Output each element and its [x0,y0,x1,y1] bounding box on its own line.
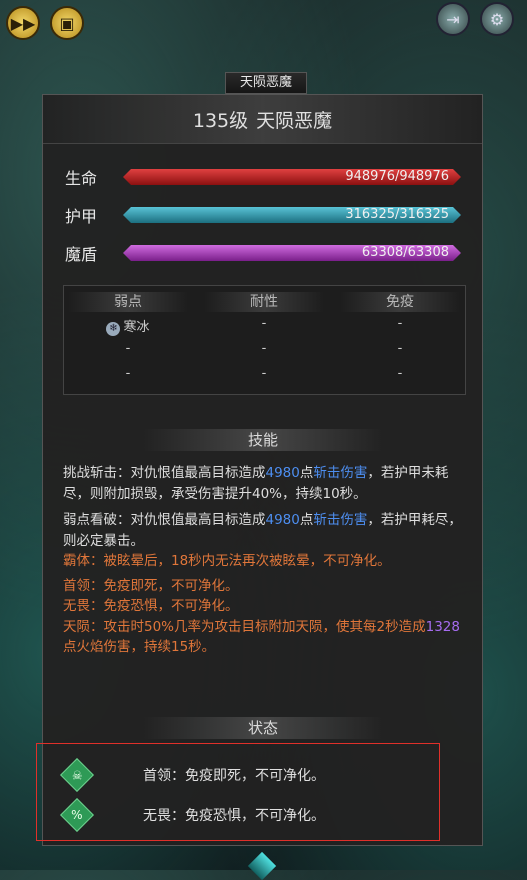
weakness-cell: - [125,366,131,381]
resistance-cell: - [261,341,267,356]
skill-fearless: 无畏：免疫恐惧，不可净化。 [63,598,239,614]
boss-level: 135级 [192,109,249,132]
screen-button[interactable]: ▣ [50,6,84,40]
damage-type: 斩击伤害 [313,465,368,481]
immunity-cell: - [397,316,403,331]
damage-value: 4980 [265,465,300,481]
status-header: 状态 [143,717,383,739]
weakness-cell: - [125,341,131,356]
immunity-cell: - [397,366,403,381]
damage-type: 斩击伤害 [313,512,368,528]
skill-superarmor: 霸体：被眩晕后，18秒内无法再次被眩晕，不可净化。 [63,553,391,569]
gem-icon [247,851,277,880]
resistance-cell: - [261,316,267,331]
armor-bar: 316325/316325 [123,207,461,223]
highlight-box [36,743,440,841]
damage-value: 4980 [265,512,300,528]
burn-damage-value: 1328 [425,618,460,635]
immunity-cell: - [397,341,403,356]
boss-title: 135级 天陨恶魔 [43,95,482,144]
exit-icon: ⇥ [446,9,460,29]
weakness-cell: ❄ 寒冰 [68,316,188,336]
stat-row-armor: 护甲 316325/316325 [65,204,461,226]
resistance-header: 耐性 [204,292,324,312]
shield-bar: 63308/63308 [123,245,461,261]
screen-icon: ▣ [59,13,75,33]
skills-header: 技能 [143,429,383,451]
weakness-header: 弱点 [68,292,188,312]
skill-meteor: 天陨：攻击时50%几率为攻击目标附加天陨，使其每2秒造成1328点火焰伤害，持续… [63,618,460,656]
boss-name-tag: 天陨恶魔 [225,72,307,94]
stat-row-hp: 生命 948976/948976 [65,166,461,188]
armor-value: 316325/316325 [345,207,449,222]
frost-icon: ❄ [106,322,121,336]
skills-list: 挑战斩击：对仇恨值最高目标造成4980点斩击伤害，若护甲未耗尽，则附加损毁，承受… [63,463,467,658]
stat-row-shield: 魔盾 63308/63308 [65,242,461,264]
hp-bar: 948976/948976 [123,169,461,185]
resistance-cell: - [261,366,267,381]
boss-info-panel: 135级 天陨恶魔 生命 948976/948976 护甲 316325/316… [42,94,483,846]
stat-label: 生命 [65,169,98,188]
hp-value: 948976/948976 [345,169,449,184]
skill-weakness-insight: 弱点看破：对仇恨值最高目标造成4980点斩击伤害，若护甲耗尽，则必定暴击。 [63,512,462,549]
fast-forward-icon: ▶▶ [10,13,36,33]
immunity-header: 免疫 [340,292,460,312]
stat-label: 魔盾 [65,245,98,264]
shield-value: 63308/63308 [361,245,449,260]
fast-forward-button[interactable]: ▶▶ [6,6,40,40]
gear-icon: ⚙ [489,9,505,29]
skill-challenge-slash: 挑战斩击：对仇恨值最高目标造成4980点斩击伤害，若护甲未耗尽，则附加损毁，承受… [63,465,449,502]
skill-boss: 首领：免疫即死，不可净化。 [63,577,239,594]
attribute-table: 弱点 耐性 免疫 ❄ 寒冰 - - - - - - - - [63,285,466,395]
weakness-value: 寒冰 [123,320,150,335]
boss-name: 天陨恶魔 [256,109,333,132]
exit-button[interactable]: ⇥ [436,2,470,36]
settings-button[interactable]: ⚙ [480,2,514,36]
stat-label: 护甲 [65,207,98,226]
